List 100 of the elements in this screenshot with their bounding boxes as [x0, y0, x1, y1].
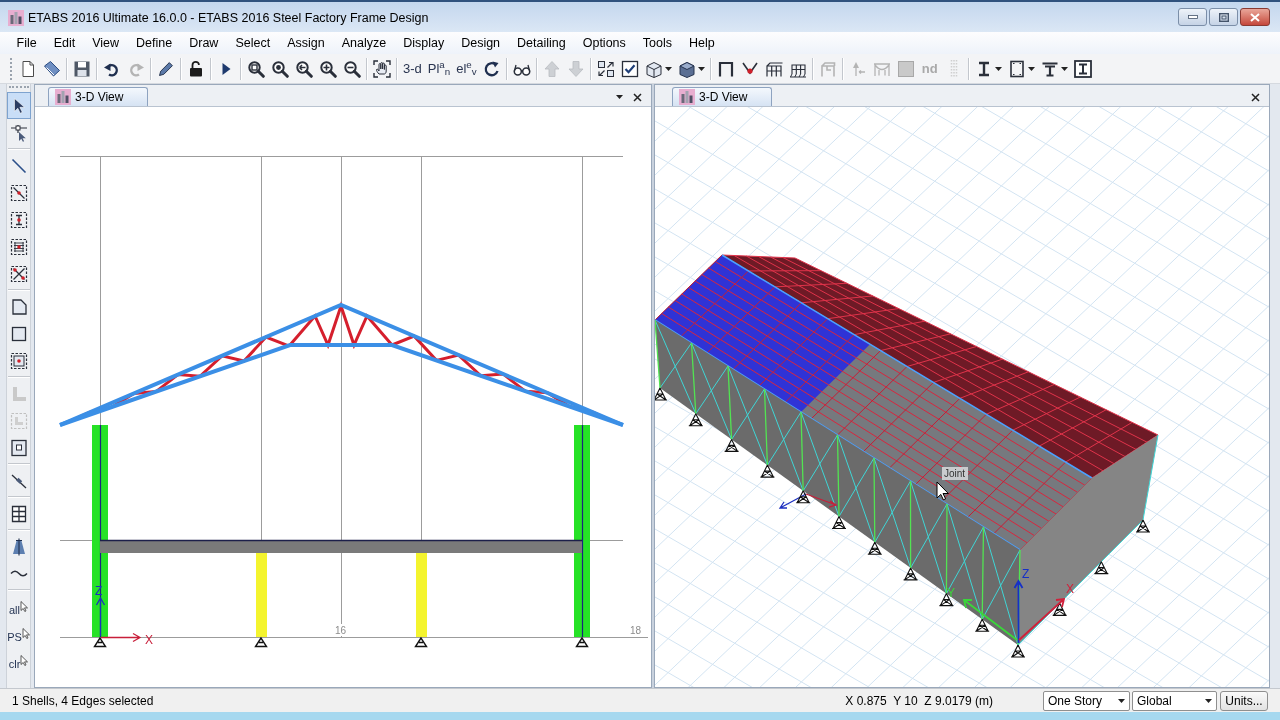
support-icon	[655, 387, 668, 401]
hover-label: Joint	[942, 467, 968, 480]
close-icon	[632, 92, 642, 102]
menu-item[interactable]: File	[8, 33, 46, 53]
units-button[interactable]: Units...	[1220, 690, 1268, 711]
pin-support-icon	[575, 637, 589, 648]
close-view-button[interactable]	[631, 91, 643, 103]
support-icon	[1135, 519, 1151, 533]
support-icon	[759, 464, 775, 478]
pin-support-icon	[93, 637, 107, 648]
dashed-beam-icon	[9, 210, 28, 229]
portal-frame-icon	[716, 59, 735, 78]
support-icon	[795, 490, 811, 504]
down-arrow-icon	[566, 59, 585, 78]
rotate-icon	[482, 59, 501, 78]
support-icon	[974, 618, 990, 632]
menu-item[interactable]: Options	[574, 33, 635, 53]
reshape-pointer-icon	[9, 123, 28, 142]
box-section-icon	[1007, 59, 1026, 78]
cursor-icon	[21, 628, 30, 639]
cursor-coordinates: X 0.875 Y 10 Z 9.0179 (m)	[845, 692, 993, 710]
app-logo-icon	[679, 89, 695, 105]
menu-item[interactable]: Draw	[180, 33, 227, 53]
maximize-button[interactable]	[1209, 8, 1238, 26]
close-icon	[1250, 12, 1260, 22]
t-beam-icon	[1040, 59, 1059, 78]
coordinate-system-dropdown[interactable]: Global	[1132, 690, 1217, 711]
menu-item[interactable]: Tools	[634, 33, 681, 53]
zoom-previous-icon	[295, 59, 313, 78]
menu-item[interactable]: Edit	[45, 33, 84, 53]
local-axes-icon	[778, 493, 838, 509]
bench-frame-icon	[818, 59, 837, 78]
draw-tool-button[interactable]: PS	[6, 620, 31, 647]
app-logo-icon	[55, 89, 71, 105]
grid-label: 16	[333, 624, 349, 636]
axis-label: X	[1066, 582, 1074, 596]
menu-item[interactable]: Define	[127, 33, 181, 53]
box-icon	[644, 59, 663, 78]
menu-item[interactable]: Design	[452, 33, 509, 53]
y-axis-arrow	[962, 599, 1018, 641]
toolbar-button[interactable]: 3-d	[400, 56, 425, 81]
z-axis-arrow	[95, 596, 106, 637]
line-icon	[9, 156, 28, 175]
support-icon	[1093, 561, 1109, 575]
draw-tool-button[interactable]: all	[6, 593, 31, 620]
restore-icon	[1218, 12, 1229, 22]
shaded-square-icon	[896, 59, 915, 78]
draw-tool-button[interactable]: clr	[6, 647, 31, 674]
dashed-grid-icon	[9, 237, 28, 256]
close-view-button[interactable]	[1249, 91, 1261, 103]
grid-label: 18	[628, 624, 644, 636]
menu-item[interactable]: Analyze	[333, 33, 395, 53]
close-button[interactable]	[1240, 8, 1270, 26]
support-icon	[867, 541, 883, 555]
x-axis-arrow	[100, 632, 142, 643]
dashed-line-icon	[9, 183, 28, 202]
checkbox-icon	[620, 59, 639, 78]
support-icon	[903, 567, 919, 581]
caret-icon	[615, 95, 623, 99]
magnifier-icon	[271, 59, 289, 78]
support-icon	[1010, 644, 1026, 658]
window-title: ETABS 2016 Ultimate 16.0.0 - ETABS 2016 Steel Factory Frame Design	[28, 9, 429, 27]
polygon-icon	[9, 297, 28, 316]
grid-frame-icon	[764, 59, 783, 78]
square-icon	[9, 324, 28, 343]
minimize-icon	[1187, 15, 1198, 19]
draw-tool-button[interactable]	[6, 92, 31, 119]
pin-support-icon	[254, 637, 268, 648]
padlock-icon	[187, 59, 205, 78]
menu-item[interactable]: Detailing	[508, 33, 575, 53]
cursor-icon	[20, 601, 28, 612]
cube-icon	[677, 59, 696, 78]
zoom-in-icon	[319, 59, 337, 78]
view-tab[interactable]: 3-D View	[48, 87, 148, 106]
dashed-cross-icon	[9, 264, 28, 283]
zoom-window-icon	[247, 59, 265, 78]
grid-icon	[9, 504, 28, 523]
menu-item[interactable]: Display	[394, 33, 453, 53]
pin-support-icon	[414, 637, 428, 648]
app-logo-icon	[8, 10, 24, 26]
mouse-cursor-icon	[936, 481, 949, 501]
menu-item[interactable]: View	[83, 33, 128, 53]
minimize-button[interactable]	[1178, 8, 1207, 26]
zoom-out-icon	[343, 59, 361, 78]
selection-status: 1 Shells, 4 Edges selected	[12, 692, 155, 710]
support-icon	[831, 515, 847, 530]
wave-icon	[9, 570, 28, 577]
axis-label: X	[145, 633, 153, 647]
story-dropdown[interactable]: One Story	[1043, 690, 1130, 711]
menu-item[interactable]: Select	[226, 33, 279, 53]
view-tab[interactable]: 3-D View	[672, 87, 772, 106]
shrink-arrows-icon	[596, 59, 615, 78]
pencil-icon	[157, 59, 175, 78]
z-axis-arrow	[1013, 579, 1024, 644]
close-icon	[1250, 92, 1260, 102]
support-icon	[724, 438, 740, 452]
nested-square-icon	[9, 438, 28, 457]
menu-item[interactable]: Help	[680, 33, 724, 53]
pan-hand-icon	[373, 59, 391, 78]
menu-item[interactable]: Assign	[278, 33, 334, 53]
